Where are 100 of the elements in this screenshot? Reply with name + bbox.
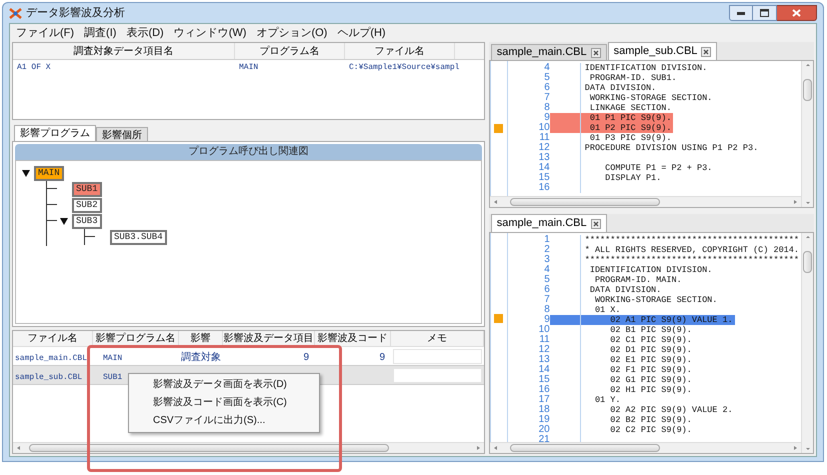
column-header[interactable]: 影響波及データ項目 <box>223 331 315 346</box>
line-number: 1 <box>543 235 550 245</box>
scroll-left-icon[interactable] <box>492 444 500 452</box>
close-button[interactable] <box>777 5 817 21</box>
scroll-thumb[interactable] <box>803 79 812 101</box>
column-header[interactable]: ファイル名 <box>13 331 93 346</box>
context-menu-item[interactable]: CSVファイルに出力(S)... <box>129 412 319 430</box>
scroll-down-icon[interactable] <box>804 445 812 453</box>
scroll-down-icon[interactable] <box>804 199 812 207</box>
table-cell: 9 <box>379 352 385 363</box>
code-line: ****************************************** <box>584 235 800 245</box>
marker-square <box>494 314 504 324</box>
line-number: 13 <box>538 153 550 163</box>
scroll-right-icon[interactable] <box>791 198 799 206</box>
menu-item[interactable]: オプション(O) <box>254 24 330 42</box>
program-node[interactable]: SUB1 <box>72 182 102 196</box>
minimize-button[interactable] <box>729 5 753 21</box>
context-menu-item[interactable]: 影響波及コード画面を表示(C) <box>129 394 319 412</box>
column-header[interactable]: メモ <box>391 331 484 346</box>
line-number: 13 <box>538 355 550 365</box>
close-icon <box>792 9 801 17</box>
file-tab[interactable]: sample_sub.CBL <box>608 42 718 60</box>
code-line: PROGRAM-ID. MAIN. <box>594 275 683 285</box>
code-line: PROGRAM-ID. SUB1. <box>588 73 678 83</box>
table-row[interactable]: sample_main.CBL MAIN 調査対象 9 9 <box>13 347 484 366</box>
horizontal-scrollbar[interactable] <box>490 196 801 207</box>
menu-item[interactable]: 表示(D) <box>124 24 166 42</box>
scroll-left-icon[interactable] <box>15 444 23 452</box>
code-line: 02 D1 PIC S9(9). <box>609 345 693 355</box>
code-line: 02 H1 PIC S9(9). <box>609 385 693 395</box>
file-tab[interactable]: sample_main.CBL <box>490 44 607 60</box>
table-cell-text: sample_sub.CBL <box>14 373 82 382</box>
panel-tab[interactable]: 影響個所 <box>96 127 148 141</box>
expanded-triangle-icon[interactable] <box>22 170 30 176</box>
code-line: 01 Y. <box>594 395 622 405</box>
table-cell: 9 <box>303 352 309 363</box>
line-number: 8 <box>543 305 550 315</box>
maximize-button[interactable] <box>753 5 777 21</box>
line-number: 7 <box>543 93 550 103</box>
code-line: DISPLAY P1. <box>604 173 662 183</box>
code-line: PROCEDURE DIVISION USING P1 P2 P3. <box>584 143 760 153</box>
line-number: 6 <box>543 285 550 295</box>
line-number: 21 <box>538 435 550 442</box>
column-header[interactable]: プログラム名 <box>235 43 345 59</box>
line-number: 4 <box>543 265 550 275</box>
line-number: 11 <box>538 335 550 345</box>
program-node[interactable]: SUB3.SUB4 <box>110 230 167 244</box>
program-node[interactable]: SUB3 <box>72 214 102 228</box>
menu-item[interactable]: 調査(I) <box>82 24 118 42</box>
program-node[interactable]: MAIN <box>34 166 64 180</box>
menu-item[interactable]: ファイル(F) <box>14 24 76 42</box>
scroll-thumb[interactable] <box>29 444 389 452</box>
program-node[interactable]: SUB2 <box>72 198 102 212</box>
close-icon[interactable] <box>701 46 712 56</box>
column-header[interactable]: 影響波及コード <box>315 331 391 346</box>
column-header[interactable]: 影響プログラム名 <box>93 331 179 346</box>
code-line: IDENTIFICATION DIVISION. <box>588 265 714 275</box>
app-logo-icon <box>9 6 22 20</box>
vertical-scrollbar[interactable] <box>801 233 813 453</box>
line-number: 6 <box>543 83 550 93</box>
column-header[interactable]: ファイル名 <box>345 43 455 59</box>
line-number: 12 <box>538 143 550 153</box>
panel-tab[interactable]: 影響プログラム <box>14 125 96 141</box>
menu-item[interactable]: ヘルプ(H) <box>335 24 388 42</box>
line-number: 3 <box>543 255 550 265</box>
close-icon[interactable] <box>590 218 601 228</box>
horizontal-scrollbar[interactable] <box>13 442 484 453</box>
code-line: 01 X. <box>594 305 622 315</box>
code-line: 01 P1 PIC S9(9). <box>588 113 672 123</box>
table-cell-text: MAIN <box>238 62 260 74</box>
line-number: 12 <box>538 345 550 355</box>
line-number: 4 <box>543 63 550 73</box>
horizontal-scrollbar[interactable] <box>490 442 801 453</box>
vertical-scrollbar[interactable] <box>801 61 813 207</box>
code-line: DATA DIVISION. <box>584 83 658 93</box>
column-header[interactable]: 調査対象データ項目名 <box>13 43 235 59</box>
menu-item[interactable]: ウィンドウ(W) <box>172 24 248 42</box>
code-line: 02 B2 PIC S9(9). <box>609 415 693 425</box>
code-line: COMPUTE P1 = P2 + P3. <box>604 163 714 173</box>
scroll-thumb[interactable] <box>803 251 812 273</box>
line-number: 16 <box>538 183 550 193</box>
table-cell-text: MAIN <box>102 354 122 363</box>
expanded-triangle-icon[interactable] <box>60 218 68 224</box>
line-number: 9 <box>543 113 550 123</box>
column-header[interactable]: 影響 <box>179 331 223 346</box>
code-line: 02 C1 PIC S9(9). <box>609 335 693 345</box>
file-tab[interactable]: sample_main.CBL <box>490 214 607 232</box>
scroll-left-icon[interactable] <box>492 198 500 206</box>
memo-field[interactable] <box>393 348 482 364</box>
line-number: 2 <box>543 245 550 255</box>
diagram-header: プログラム呼び出し関連図 <box>15 144 482 160</box>
line-number: 9 <box>543 315 550 325</box>
marker-square <box>494 124 504 132</box>
scroll-thumb[interactable] <box>510 444 660 452</box>
context-menu-item[interactable]: 影響波及データ画面を表示(D) <box>129 376 319 394</box>
line-number: 5 <box>543 275 550 285</box>
close-icon[interactable] <box>590 48 601 58</box>
scroll-right-icon[interactable] <box>791 444 799 452</box>
scroll-thumb[interactable] <box>510 198 660 206</box>
memo-field[interactable] <box>393 368 482 382</box>
